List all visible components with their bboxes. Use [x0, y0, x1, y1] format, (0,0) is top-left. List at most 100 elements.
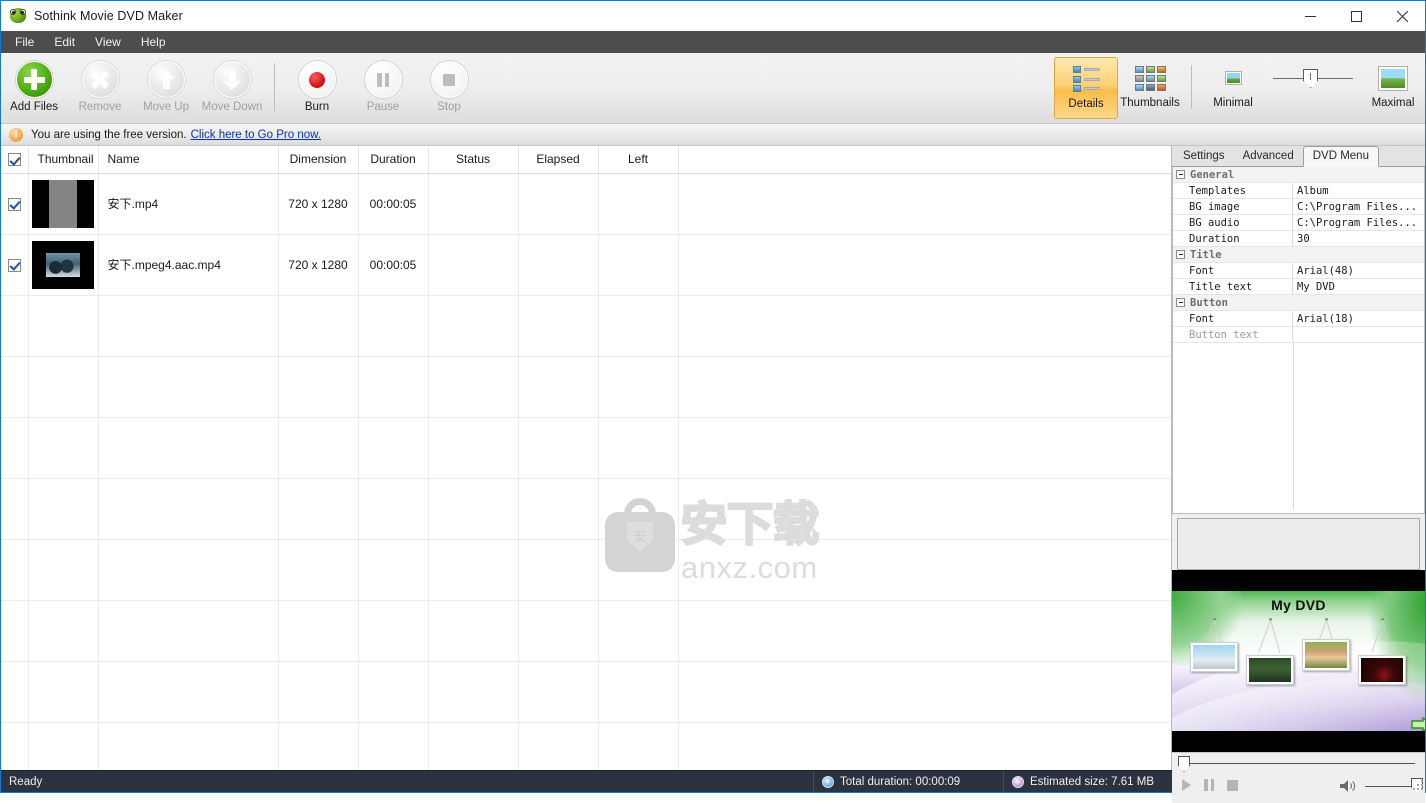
menu-bar: File Edit View Help [1, 31, 1425, 53]
column-header-left[interactable]: Left [598, 146, 679, 174]
column-header-name[interactable]: Name [98, 146, 279, 174]
property-row-duration[interactable]: Duration 30 [1173, 231, 1424, 247]
menu-file[interactable]: File [5, 32, 44, 53]
dvd-menu-preview[interactable]: My DVD [1172, 570, 1425, 752]
column-header-duration[interactable]: Duration [358, 146, 429, 174]
property-row-title-font[interactable]: Font Arial(48) [1173, 263, 1424, 279]
free-version-notice: i You are using the free version. Click … [1, 124, 1425, 146]
tab-dvd-menu[interactable]: DVD Menu [1302, 146, 1379, 167]
preview-thumbnail-2[interactable] [1246, 655, 1294, 685]
table-row[interactable]: 安下.mp4 720 x 1280 00:00:05 [1, 173, 1171, 235]
minimal-size-button[interactable]: Minimal [1201, 57, 1265, 109]
property-category-title[interactable]: Title [1173, 247, 1424, 263]
pause-circle-icon [364, 61, 402, 98]
preview-transport-bar [1172, 752, 1425, 803]
column-header-thumbnail[interactable]: Thumbnail [28, 146, 99, 174]
property-value-templates[interactable]: Album [1293, 183, 1424, 199]
stop-circle-icon [430, 61, 468, 98]
property-value-bg-audio[interactable]: C:\Program Files... [1293, 215, 1424, 231]
select-all-checkbox[interactable] [7, 153, 21, 167]
collapse-icon[interactable] [1176, 298, 1185, 307]
menu-edit[interactable]: Edit [44, 32, 85, 53]
empty-row [1, 539, 1171, 601]
record-circle-icon [298, 61, 336, 98]
burn-button[interactable]: Burn [284, 57, 350, 113]
row-status-cell [428, 173, 519, 235]
seek-slider-handle[interactable] [1178, 756, 1190, 772]
row-checkbox-cell[interactable] [1, 173, 29, 235]
pause-label: Pause [366, 101, 400, 113]
stop-icon[interactable] [1227, 779, 1238, 791]
property-description-box [1177, 518, 1420, 570]
row-status-cell [428, 234, 519, 296]
menu-view[interactable]: View [85, 32, 131, 53]
x-circle-icon [81, 61, 119, 98]
zoom-slider-icon [1273, 60, 1353, 96]
preview-thumbnail-4[interactable] [1358, 655, 1406, 685]
minimize-button[interactable] [1287, 1, 1333, 31]
property-grid: General Templates Album BG image C:\Prog… [1172, 167, 1425, 514]
collapse-icon[interactable] [1176, 170, 1185, 179]
pause-icon[interactable] [1204, 779, 1214, 791]
property-category-button[interactable]: Button [1173, 295, 1424, 311]
pause-button[interactable]: Pause [350, 57, 416, 113]
property-value-button-font[interactable]: Arial(18) [1293, 311, 1424, 327]
preview-thumbnail-1[interactable] [1190, 642, 1238, 672]
thumbnails-view-button[interactable]: Thumbnails [1118, 57, 1182, 109]
file-list-table: Thumbnail Name Dimension Duration Status… [1, 146, 1171, 770]
column-header-elapsed[interactable]: Elapsed [518, 146, 599, 174]
seek-slider-track[interactable] [1190, 763, 1415, 764]
window-controls [1287, 1, 1425, 31]
menu-help[interactable]: Help [131, 32, 176, 53]
go-pro-link[interactable]: Click here to Go Pro now. [191, 129, 321, 141]
large-image-icon [1378, 60, 1408, 96]
row-checkbox[interactable] [7, 258, 21, 272]
add-files-button[interactable]: Add Files [1, 57, 67, 113]
tab-advanced[interactable]: Advanced [1234, 147, 1303, 166]
property-row-bg-audio[interactable]: BG audio C:\Program Files... [1173, 215, 1424, 231]
maximize-button[interactable] [1333, 1, 1379, 31]
video-thumbnail [32, 179, 94, 228]
preview-thumbnail-3[interactable] [1302, 639, 1350, 671]
details-view-button[interactable]: Details [1054, 57, 1118, 119]
move-up-button[interactable]: Move Up [133, 57, 199, 113]
row-duration-cell: 00:00:05 [358, 234, 429, 296]
play-icon[interactable] [1182, 779, 1191, 791]
maximal-size-button[interactable]: Maximal [1361, 57, 1425, 109]
property-row-button-text[interactable]: Button text [1173, 327, 1424, 343]
select-all-header[interactable] [1, 146, 29, 174]
toolbar: Add Files Remove Move Up Move Down Burn … [1, 53, 1425, 124]
property-category-general[interactable]: General [1173, 167, 1424, 183]
move-down-button[interactable]: Move Down [199, 57, 265, 113]
empty-row [1, 356, 1171, 418]
property-row-button-font[interactable]: Font Arial(18) [1173, 311, 1424, 327]
row-checkbox[interactable] [7, 197, 21, 211]
property-value-bg-image[interactable]: C:\Program Files... [1293, 199, 1424, 215]
estimated-size-label: Estimated size: 7.61 MB [1030, 775, 1154, 788]
property-value-button-text[interactable] [1293, 327, 1424, 343]
thumbnail-size-slider[interactable] [1265, 57, 1361, 109]
property-value-duration[interactable]: 30 [1293, 231, 1424, 247]
close-button[interactable] [1379, 1, 1425, 31]
resize-grip[interactable] [1409, 771, 1425, 792]
video-thumbnail [32, 240, 94, 289]
collapse-icon[interactable] [1176, 250, 1185, 259]
small-image-icon [1224, 60, 1242, 96]
property-row-bg-image[interactable]: BG image C:\Program Files... [1173, 199, 1424, 215]
property-row-templates[interactable]: Templates Album [1173, 183, 1424, 199]
column-header-dimension[interactable]: Dimension [278, 146, 359, 174]
remove-button[interactable]: Remove [67, 57, 133, 113]
table-row[interactable]: 安下.mpeg4.aac.mp4 720 x 1280 00:00:05 [1, 234, 1171, 296]
status-message: Ready [1, 771, 814, 792]
stop-button[interactable]: Stop [416, 57, 482, 113]
tab-settings[interactable]: Settings [1174, 147, 1234, 166]
row-checkbox-cell[interactable] [1, 234, 29, 296]
volume-icon[interactable] [1339, 779, 1359, 793]
thumbnails-view-icon [1134, 60, 1166, 96]
property-row-title-text[interactable]: Title text My DVD [1173, 279, 1424, 295]
property-value-title-font[interactable]: Arial(48) [1293, 263, 1424, 279]
column-header-status[interactable]: Status [428, 146, 519, 174]
arrow-down-circle-icon [213, 61, 251, 98]
toolbar-view-group: Details Thumbnails Minimal Maximal [1054, 57, 1425, 119]
property-value-title-text[interactable]: My DVD [1293, 279, 1424, 295]
